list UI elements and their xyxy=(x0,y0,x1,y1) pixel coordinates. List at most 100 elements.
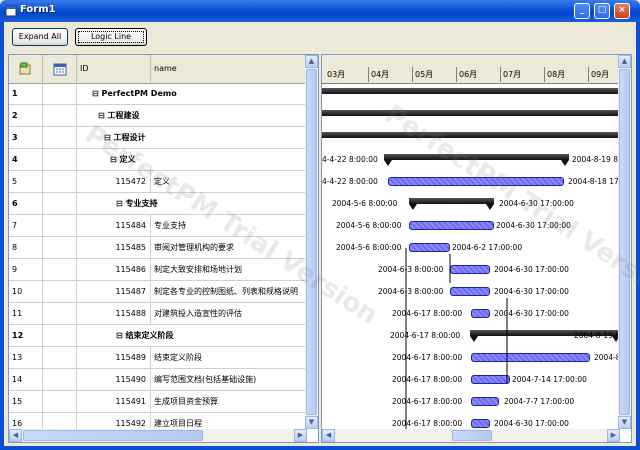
logic-line-button[interactable]: Logic Line xyxy=(75,28,147,46)
table-row[interactable]: 4 ⊟ 定义 xyxy=(9,149,307,171)
row-number[interactable]: 14 xyxy=(9,369,43,391)
row-calendar-cell[interactable] xyxy=(43,391,77,413)
row-number[interactable]: 10 xyxy=(9,281,43,303)
row-number[interactable]: 4 xyxy=(9,149,43,171)
row-number[interactable]: 11 xyxy=(9,303,43,325)
row-name[interactable]: ⊟ 专业支持 xyxy=(113,193,307,215)
header-name[interactable]: name xyxy=(151,55,307,83)
table-row[interactable]: 5 115472 定义 xyxy=(9,171,307,193)
row-calendar-cell[interactable] xyxy=(43,127,77,149)
header-calendar-cell[interactable] xyxy=(43,55,77,83)
row-name[interactable]: 制定大致安排和场地计划 xyxy=(151,259,307,281)
table-row[interactable]: 14 115490 编写范围文档(包括基础设施) xyxy=(9,369,307,391)
table-row[interactable]: 8 115485 审阅对管理机构的要求 xyxy=(9,237,307,259)
row-calendar-cell[interactable] xyxy=(43,149,77,171)
expand-all-button[interactable]: Expand All xyxy=(12,28,68,46)
row-name[interactable]: 建立项目日程 xyxy=(151,413,307,430)
minimize-button[interactable]: _ xyxy=(574,3,590,19)
row-id[interactable]: 115489 xyxy=(77,347,151,369)
table-row[interactable]: 2 ⊟ 工程建设 xyxy=(9,105,307,127)
row-calendar-cell[interactable] xyxy=(43,215,77,237)
row-number[interactable]: 16 xyxy=(9,413,43,430)
gantt-horizontal-scrollbar[interactable]: ◀ ▶ xyxy=(322,429,620,442)
table-row[interactable]: 1 ⊟ PerfectPM Demo xyxy=(9,83,307,105)
row-number[interactable]: 3 xyxy=(9,127,43,149)
row-number[interactable]: 8 xyxy=(9,237,43,259)
grid-vertical-thumb[interactable] xyxy=(306,69,317,415)
header-flag-cell[interactable] xyxy=(9,55,43,83)
grid-vertical-scrollbar[interactable]: ▲ ▼ xyxy=(305,55,318,429)
row-name[interactable]: ⊟ 工程建设 xyxy=(95,105,307,127)
row-id[interactable]: 115490 xyxy=(77,369,151,391)
row-id[interactable]: 115488 xyxy=(77,303,151,325)
row-calendar-cell[interactable] xyxy=(43,83,77,105)
row-calendar-cell[interactable] xyxy=(43,413,77,430)
row-calendar-cell[interactable] xyxy=(43,237,77,259)
close-button[interactable]: × xyxy=(614,3,630,19)
row-calendar-cell[interactable] xyxy=(43,193,77,215)
gantt-scroll-down-icon[interactable]: ▼ xyxy=(618,416,631,429)
maximize-button[interactable]: □ xyxy=(594,3,610,19)
row-calendar-cell[interactable] xyxy=(43,347,77,369)
table-row[interactable]: 15 115491 生成项目资金预算 xyxy=(9,391,307,413)
header-id[interactable]: ID xyxy=(77,55,151,83)
gantt-vertical-thumb[interactable] xyxy=(619,69,630,415)
row-id[interactable]: 115484 xyxy=(77,215,151,237)
row-number[interactable]: 7 xyxy=(9,215,43,237)
row-number[interactable]: 13 xyxy=(9,347,43,369)
gantt-scroll-up-icon[interactable]: ▲ xyxy=(618,55,631,68)
row-name[interactable]: 审阅对管理机构的要求 xyxy=(151,237,307,259)
row-number[interactable]: 12 xyxy=(9,325,43,347)
row-name[interactable]: ⊟ PerfectPM Demo xyxy=(89,83,307,105)
row-name[interactable]: 编写范围文档(包括基础设施) xyxy=(151,369,307,391)
row-calendar-cell[interactable] xyxy=(43,105,77,127)
row-calendar-cell[interactable] xyxy=(43,171,77,193)
row-number[interactable]: 1 xyxy=(9,83,43,105)
table-row[interactable]: 13 115489 结束定义阶段 xyxy=(9,347,307,369)
row-name[interactable]: 专业支持 xyxy=(151,215,307,237)
gantt-horizontal-thumb[interactable] xyxy=(452,430,492,441)
gantt-scroll-left-icon[interactable]: ◀ xyxy=(322,429,335,442)
row-id[interactable]: 115486 xyxy=(77,259,151,281)
table-row[interactable]: 9 115486 制定大致安排和场地计划 xyxy=(9,259,307,281)
table-row[interactable]: 3 ⊟ 工程设计 xyxy=(9,127,307,149)
row-name[interactable]: ⊟ 结束定义阶段 xyxy=(113,325,307,347)
row-name[interactable]: 生成项目资金预算 xyxy=(151,391,307,413)
row-id[interactable]: 115487 xyxy=(77,281,151,303)
scroll-left-icon[interactable]: ◀ xyxy=(9,429,22,442)
row-name[interactable]: ⊟ 工程设计 xyxy=(101,127,307,149)
row-id[interactable]: 115491 xyxy=(77,391,151,413)
table-row[interactable]: 16 115492 建立项目日程 xyxy=(9,413,307,430)
row-id[interactable]: 115472 xyxy=(77,171,151,193)
row-number[interactable]: 9 xyxy=(9,259,43,281)
row-calendar-cell[interactable] xyxy=(43,325,77,347)
row-number[interactable]: 2 xyxy=(9,105,43,127)
scroll-down-icon[interactable]: ▼ xyxy=(305,416,318,429)
row-name[interactable]: ⊟ 定义 xyxy=(107,149,307,171)
row-number[interactable]: 6 xyxy=(9,193,43,215)
row-calendar-cell[interactable] xyxy=(43,259,77,281)
row-name[interactable]: 定义 xyxy=(151,171,307,193)
row-id[interactable]: 115492 xyxy=(77,413,151,430)
row-number[interactable]: 5 xyxy=(9,171,43,193)
row-name[interactable]: 制定各专业的控制图纸、列表和规格说明 xyxy=(151,281,307,303)
row-calendar-cell[interactable] xyxy=(43,281,77,303)
row-name[interactable]: 结束定义阶段 xyxy=(151,347,307,369)
row-number[interactable]: 15 xyxy=(9,391,43,413)
row-id[interactable]: 115485 xyxy=(77,237,151,259)
row-name[interactable]: 对建筑投入造宣性的评估 xyxy=(151,303,307,325)
month-label: 07月 xyxy=(501,67,545,82)
table-row[interactable]: 6 ⊟ 专业支持 xyxy=(9,193,307,215)
table-row[interactable]: 12 ⊟ 结束定义阶段 xyxy=(9,325,307,347)
row-calendar-cell[interactable] xyxy=(43,369,77,391)
grid-horizontal-scrollbar[interactable]: ◀ ▶ xyxy=(9,429,307,442)
gantt-scroll-right-icon[interactable]: ▶ xyxy=(607,429,620,442)
table-row[interactable]: 10 115487 制定各专业的控制图纸、列表和规格说明 xyxy=(9,281,307,303)
table-row[interactable]: 7 115484 专业支持 xyxy=(9,215,307,237)
gantt-vertical-scrollbar[interactable]: ▲ ▼ xyxy=(618,55,631,429)
row-calendar-cell[interactable] xyxy=(43,303,77,325)
scroll-right-icon[interactable]: ▶ xyxy=(294,429,307,442)
grid-horizontal-thumb[interactable] xyxy=(23,430,203,441)
table-row[interactable]: 11 115488 对建筑投入造宣性的评估 xyxy=(9,303,307,325)
scroll-up-icon[interactable]: ▲ xyxy=(305,55,318,68)
